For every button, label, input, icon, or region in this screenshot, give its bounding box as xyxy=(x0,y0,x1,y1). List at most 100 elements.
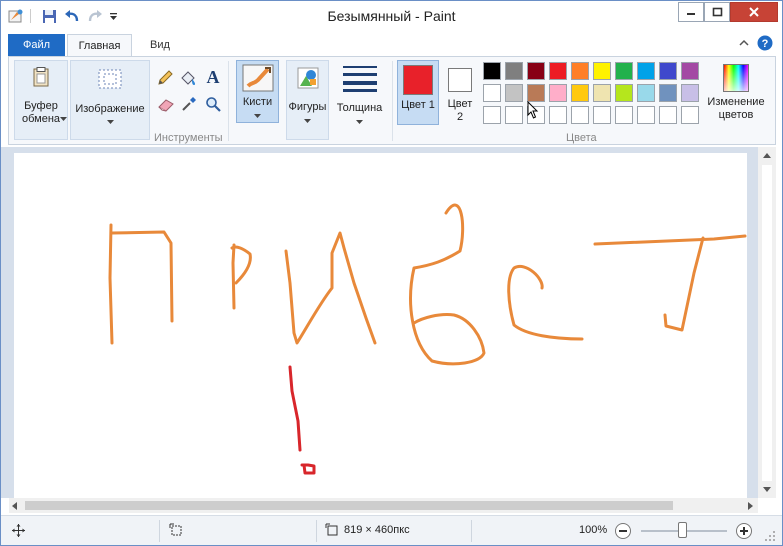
palette-swatch[interactable] xyxy=(615,62,633,80)
palette-swatch[interactable] xyxy=(593,62,611,80)
chevron-down-icon xyxy=(254,114,261,118)
mouse-cursor-icon xyxy=(527,100,539,122)
maximize-icon xyxy=(712,7,722,17)
magnifier-icon[interactable] xyxy=(205,96,221,115)
stroke-letter-ve xyxy=(409,203,486,366)
select-rectangle-icon xyxy=(98,69,122,89)
text-tool-icon[interactable]: A xyxy=(205,67,221,89)
drawing-canvas[interactable] xyxy=(14,153,747,498)
zoom-slider-thumb[interactable] xyxy=(678,522,687,538)
help-icon[interactable]: ? xyxy=(757,35,773,54)
color2-label: Цвет 2 xyxy=(447,98,473,123)
palette-swatch[interactable] xyxy=(571,62,589,80)
palette-swatch[interactable] xyxy=(615,84,633,102)
zoom-level: 100% xyxy=(579,524,608,536)
stroke-letter-i xyxy=(284,231,377,345)
palette-swatch[interactable] xyxy=(505,62,523,80)
clipboard-icon xyxy=(33,67,49,87)
color-picker-icon[interactable] xyxy=(181,96,197,115)
palette-swatch[interactable] xyxy=(505,106,523,124)
palette-swatch[interactable] xyxy=(593,106,611,124)
scroll-right-icon[interactable] xyxy=(748,502,754,510)
palette-swatch[interactable] xyxy=(549,106,567,124)
color1-swatch xyxy=(403,65,433,95)
svg-text:?: ? xyxy=(762,38,769,50)
palette-swatch[interactable] xyxy=(681,62,699,80)
palette-swatch[interactable] xyxy=(593,84,611,102)
horizontal-scrollbar[interactable] xyxy=(9,498,758,513)
palette-swatch[interactable] xyxy=(505,84,523,102)
fill-tool-icon[interactable] xyxy=(180,70,198,89)
selection-size-icon xyxy=(169,523,182,536)
chevron-down-icon xyxy=(356,120,363,124)
thickness-label: Толщина xyxy=(336,102,383,114)
resize-grip-icon[interactable] xyxy=(764,530,776,542)
brushes-button[interactable]: Кисти xyxy=(236,60,279,123)
palette-swatch[interactable] xyxy=(681,84,699,102)
thickness-button[interactable]: Толщина xyxy=(334,60,385,140)
window-title: Безымянный - Paint xyxy=(327,8,456,24)
canvas-area xyxy=(1,147,767,498)
line-thickness-icon xyxy=(342,66,377,92)
palette-swatch[interactable] xyxy=(637,84,655,102)
brush-icon xyxy=(242,64,273,92)
drawing-strokes xyxy=(108,203,747,475)
tab-home[interactable]: Главная xyxy=(67,34,132,56)
image-size-icon xyxy=(325,523,338,536)
palette-swatch[interactable] xyxy=(681,106,699,124)
plus-icon xyxy=(740,527,748,535)
palette-swatch[interactable] xyxy=(527,84,545,102)
palette-swatch[interactable] xyxy=(549,62,567,80)
tab-file[interactable]: Файл xyxy=(8,34,65,56)
status-bar: 819 × 460пкс 100% xyxy=(1,515,782,545)
vertical-scroll-track[interactable] xyxy=(762,165,772,481)
palette-swatch[interactable] xyxy=(659,84,677,102)
minimize-ribbon-icon[interactable] xyxy=(738,38,750,51)
palette-swatch[interactable] xyxy=(527,62,545,80)
color2-button[interactable]: Цвет 2 xyxy=(441,60,479,125)
palette-swatch[interactable] xyxy=(483,106,501,124)
color2-swatch xyxy=(448,68,472,92)
ribbon-home: Буфер обмена Изображение A Инструменты К… xyxy=(8,56,776,145)
chevron-down-icon xyxy=(60,117,67,121)
palette-swatch[interactable] xyxy=(483,62,501,80)
zoom-in-button[interactable] xyxy=(736,523,752,539)
scroll-left-icon[interactable] xyxy=(12,502,18,510)
tab-view[interactable]: Вид xyxy=(136,34,184,56)
palette-swatch[interactable] xyxy=(571,84,589,102)
minimize-button[interactable] xyxy=(678,2,704,22)
color1-label: Цвет 1 xyxy=(401,99,435,111)
edit-colors-button[interactable]: Изменение цветов xyxy=(703,60,769,130)
palette-swatch[interactable] xyxy=(549,84,567,102)
image-label: Изображение xyxy=(75,103,145,115)
palette-swatch[interactable] xyxy=(615,106,633,124)
pencil-tool-icon[interactable] xyxy=(157,70,173,89)
eraser-tool-icon[interactable] xyxy=(157,98,175,115)
color1-button[interactable]: Цвет 1 xyxy=(397,60,439,125)
close-icon xyxy=(749,7,759,17)
palette-swatch[interactable] xyxy=(637,106,655,124)
shapes-button[interactable]: Фигуры xyxy=(286,60,329,140)
vertical-scrollbar[interactable] xyxy=(758,147,776,498)
color-palette xyxy=(483,62,703,128)
stroke-letter-te-stem xyxy=(663,236,705,332)
clipboard-button[interactable]: Буфер обмена xyxy=(14,60,68,140)
palette-swatch[interactable] xyxy=(483,84,501,102)
maximize-button[interactable] xyxy=(704,2,730,22)
stroke-red-line xyxy=(288,365,302,452)
horizontal-scroll-thumb[interactable] xyxy=(25,501,673,510)
image-button[interactable]: Изображение xyxy=(70,60,150,140)
minimize-icon xyxy=(687,13,695,15)
scroll-up-icon[interactable] xyxy=(763,153,771,159)
scroll-down-icon[interactable] xyxy=(763,487,771,493)
zoom-out-button[interactable] xyxy=(615,523,631,539)
edit-colors-icon xyxy=(723,64,749,92)
edit-colors-label: Изменение цветов xyxy=(707,96,765,121)
close-button[interactable] xyxy=(730,2,778,22)
stroke-red-mark xyxy=(300,463,316,475)
shapes-label: Фигуры xyxy=(288,101,327,113)
palette-swatch[interactable] xyxy=(571,106,589,124)
palette-swatch[interactable] xyxy=(637,62,655,80)
palette-swatch[interactable] xyxy=(659,62,677,80)
palette-swatch[interactable] xyxy=(659,106,677,124)
